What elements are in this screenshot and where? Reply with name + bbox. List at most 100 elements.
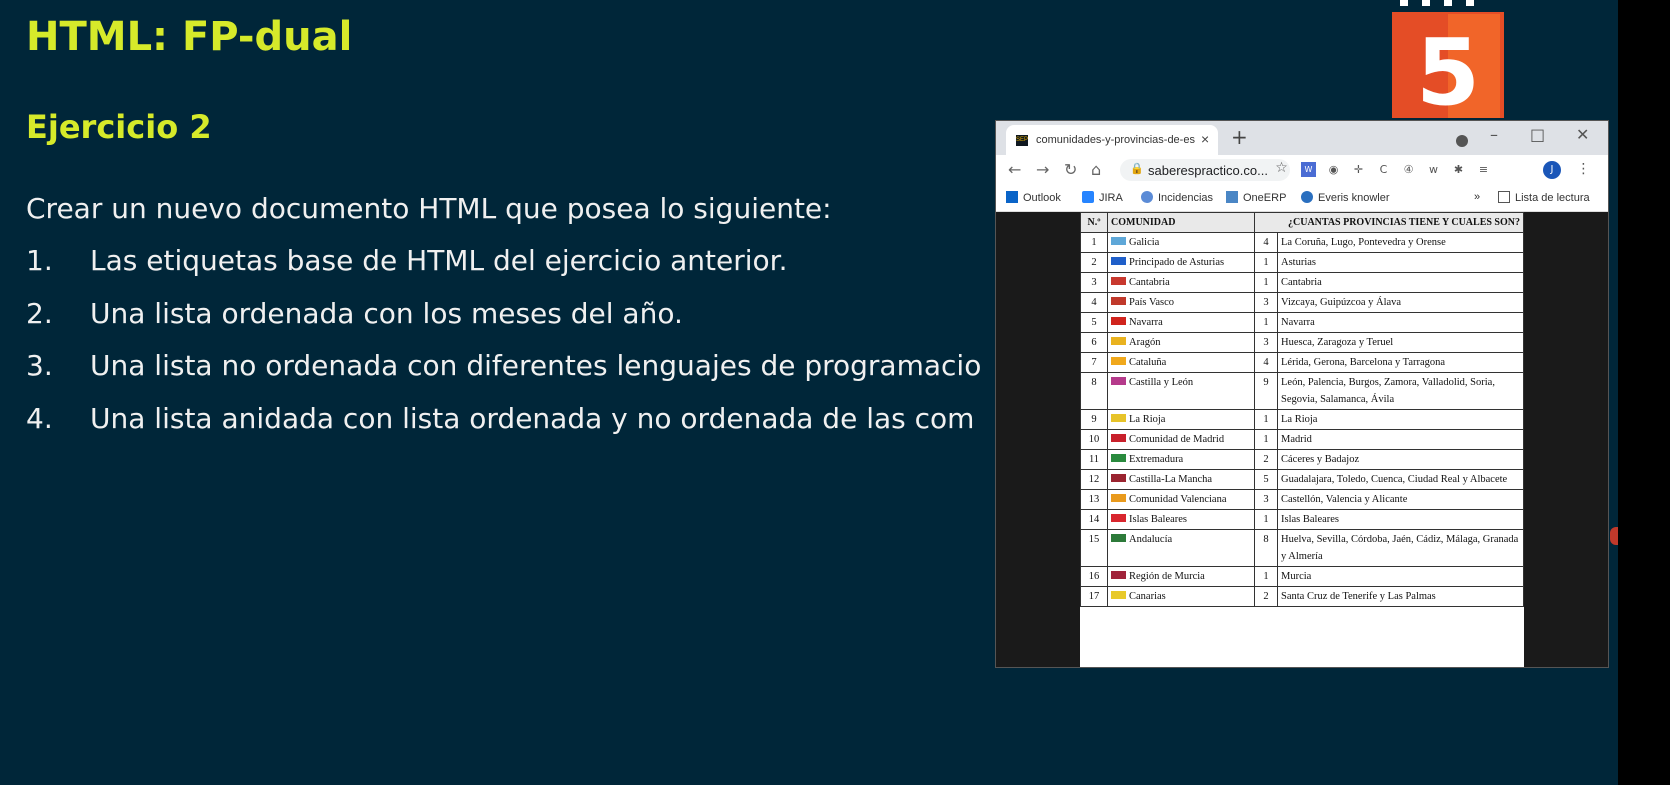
bookmark-jira[interactable]: JIRA (1082, 191, 1123, 204)
row-count: 1 (1254, 272, 1278, 293)
row-number-text: 14 (1088, 514, 1100, 525)
reload-icon[interactable]: ↻ (1064, 160, 1077, 179)
flag-icon (1111, 571, 1126, 579)
province-count: 3 (1263, 494, 1269, 505)
bookmark-outlook[interactable]: Outlook (1006, 191, 1061, 204)
browser-window: SEP comunidades-y-provincias-de-es × + –… (996, 121, 1608, 667)
row-number: 15 (1080, 529, 1108, 567)
province-count: 8 (1263, 534, 1269, 545)
row-number: 13 (1080, 489, 1108, 510)
community-name: Cantabria (1129, 277, 1170, 288)
community-name: Castilla-La Mancha (1129, 474, 1213, 485)
province-count: 2 (1263, 591, 1269, 602)
reading-list-icon (1498, 191, 1510, 203)
community-name: Andalucía (1129, 534, 1173, 545)
row-count: 5 (1254, 469, 1278, 490)
extension-icon[interactable]: ◉ (1326, 162, 1341, 177)
bookmark-incidencias[interactable]: Incidencias (1141, 191, 1213, 204)
avatar[interactable]: J (1543, 161, 1561, 179)
community-name: Aragón (1129, 337, 1161, 348)
flag-icon (1111, 494, 1126, 502)
flag-icon (1111, 317, 1126, 325)
extension-icon[interactable]: C (1376, 162, 1391, 177)
row-number: 11 (1080, 449, 1108, 470)
province-list: Asturias (1281, 257, 1316, 268)
reading-list-label: Lista de lectura (1515, 192, 1590, 204)
tab-search-icon[interactable] (1456, 135, 1468, 147)
outlook-icon (1006, 191, 1018, 203)
slide-subtitle: Ejercicio 2 (26, 108, 212, 146)
province-count: 4 (1263, 357, 1269, 368)
row-number-text: 12 (1088, 474, 1100, 485)
lock-icon: 🔒 (1130, 163, 1144, 175)
community-name: Extremadura (1129, 454, 1184, 465)
minimize-icon[interactable]: – (1490, 125, 1498, 144)
flag-icon (1111, 257, 1126, 265)
row-community: Navarra (1107, 312, 1255, 333)
html5-logo-text: 5 (1416, 19, 1480, 118)
row-provinces: Vizcaya, Guipúzcoa y Álava (1277, 292, 1524, 313)
extension-icon[interactable]: w (1426, 162, 1441, 177)
province-count: 5 (1263, 474, 1269, 485)
back-icon[interactable]: ← (1008, 160, 1021, 179)
province-list: Cantabria (1281, 277, 1322, 288)
extension-icon[interactable]: W (1301, 162, 1316, 177)
reading-list-button[interactable]: Lista de lectura (1498, 191, 1590, 204)
table-row: 16 Región de Murcia 1 Murcia (1080, 566, 1524, 587)
forward-icon[interactable]: → (1036, 160, 1049, 179)
incidencias-icon (1141, 191, 1153, 203)
row-provinces: Navarra (1277, 312, 1524, 333)
reading-list-icon[interactable]: ≡ (1476, 162, 1491, 177)
community-name: Región de Murcia (1129, 571, 1205, 582)
task-item: 2. Una lista ordenada con los meses del a… (26, 297, 683, 330)
menu-kebab-icon[interactable]: ⋮ (1576, 162, 1591, 177)
bookmark-oneerp[interactable]: OneERP (1226, 191, 1286, 204)
window-close-icon[interactable]: ✕ (1576, 125, 1589, 144)
row-community: País Vasco (1107, 292, 1255, 313)
row-number-text: 11 (1088, 454, 1100, 465)
row-community: Comunidad Valenciana (1107, 489, 1255, 510)
table-row: 12 Castilla-La Mancha 5 Guadalajara, Toledo… (1080, 469, 1524, 490)
row-number-text: 5 (1091, 317, 1097, 328)
everis-icon (1301, 191, 1313, 203)
tab-title: comunidades-y-provincias-de-es (1036, 134, 1195, 146)
row-number: 2 (1080, 252, 1108, 273)
row-provinces: Asturias (1277, 252, 1524, 273)
province-count: 3 (1263, 337, 1269, 348)
province-list: León, Palencia, Burgos, Zamora, Valladol… (1281, 377, 1495, 405)
bookmark-star-icon[interactable]: ☆ (1274, 161, 1289, 176)
task-number: 1. (26, 244, 53, 277)
tab-close-icon[interactable]: × (1201, 131, 1209, 147)
province-list: Santa Cruz de Tenerife y Las Palmas (1281, 591, 1436, 602)
province-list: Cáceres y Badajoz (1281, 454, 1360, 465)
row-community: Canarias (1107, 586, 1255, 607)
row-count: 4 (1254, 352, 1278, 373)
table-row: 14 Islas Baleares 1 Islas Baleares (1080, 509, 1524, 530)
home-icon[interactable]: ⌂ (1091, 160, 1101, 179)
extension-icon[interactable]: ✛ (1351, 162, 1366, 177)
address-bar[interactable]: 🔒 saberespractico.co... (1120, 159, 1290, 181)
extension-icon[interactable]: ④ (1401, 162, 1416, 177)
province-count: 4 (1263, 237, 1269, 248)
bookmarks-more-button[interactable]: » (1474, 191, 1480, 203)
table-row: 9 La Rioja 1 La Rioja (1080, 409, 1524, 430)
recording-indicator (1610, 527, 1618, 545)
new-tab-button[interactable]: + (1231, 125, 1248, 149)
task-number: 3. (26, 349, 53, 382)
row-number: 8 (1080, 372, 1108, 410)
row-provinces: Santa Cruz de Tenerife y Las Palmas (1277, 586, 1524, 607)
row-number: 6 (1080, 332, 1108, 353)
row-count: 1 (1254, 312, 1278, 333)
flag-icon (1111, 434, 1126, 442)
community-name: Canarias (1129, 591, 1166, 602)
extensions-puzzle-icon[interactable]: ✱ (1451, 162, 1466, 177)
row-provinces: La Coruña, Lugo, Pontevedra y Orense (1277, 232, 1524, 253)
task-number: 2. (26, 297, 53, 330)
row-count: 1 (1254, 509, 1278, 530)
row-provinces: La Rioja (1277, 409, 1524, 430)
browser-tab[interactable]: SEP comunidades-y-provincias-de-es × (1006, 125, 1218, 155)
flag-icon (1111, 591, 1126, 599)
maximize-icon[interactable]: □ (1530, 125, 1545, 144)
bookmark-everis[interactable]: Everis knowler (1301, 191, 1390, 204)
row-number: 14 (1080, 509, 1108, 530)
